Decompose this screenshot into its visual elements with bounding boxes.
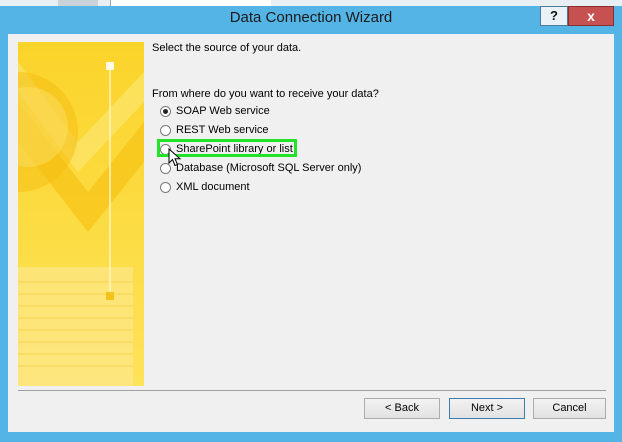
cancel-button[interactable]: Cancel xyxy=(533,398,606,419)
dialog-client-area: Select the source of your data. From whe… xyxy=(8,34,614,432)
back-button[interactable]: < Back xyxy=(364,398,440,419)
wizard-subtitle: Select the source of your data. xyxy=(152,42,302,54)
help-button[interactable]: ? xyxy=(540,6,568,26)
decorative-art xyxy=(18,42,144,386)
option-label: SOAP Web service xyxy=(176,105,270,117)
radio-soap-web-service[interactable]: SOAP Web service xyxy=(160,103,270,119)
radio-rest-web-service[interactable]: REST Web service xyxy=(160,122,269,138)
mouse-pointer-icon xyxy=(168,148,182,167)
option-label: Database (Microsoft SQL Server only) xyxy=(176,162,362,174)
option-label: XML document xyxy=(176,181,250,193)
title-bar: Data Connection Wizard ? x xyxy=(0,6,622,34)
radio-button[interactable] xyxy=(160,124,171,136)
option-label: REST Web service xyxy=(176,124,269,136)
radio-button-checked[interactable] xyxy=(160,105,171,117)
radio-button[interactable] xyxy=(160,181,171,193)
button-separator xyxy=(18,390,606,391)
data-source-prompt: From where do you want to receive your d… xyxy=(152,88,379,100)
window-title: Data Connection Wizard xyxy=(229,9,393,26)
wizard-side-illustration xyxy=(18,42,144,386)
next-button[interactable]: Next > xyxy=(449,398,525,419)
radio-database[interactable]: Database (Microsoft SQL Server only) xyxy=(160,160,361,176)
wizard-window: Data Connection Wizard ? x Select the so… xyxy=(0,0,622,442)
radio-xml-document[interactable]: XML document xyxy=(160,179,250,195)
close-button[interactable]: x xyxy=(568,6,614,26)
